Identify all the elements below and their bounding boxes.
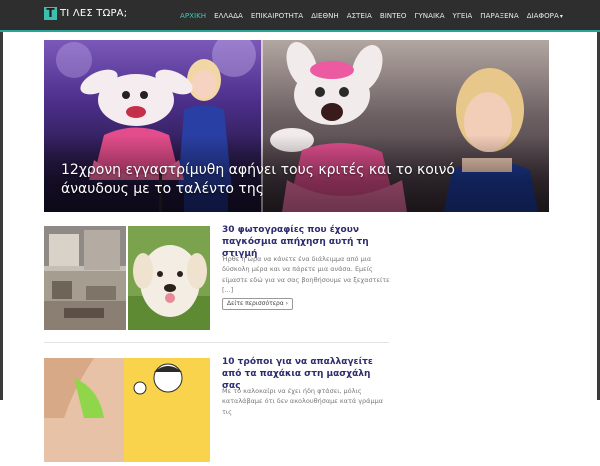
article-excerpt: Ήρθε η ώρα να κάνετε ένα διάλειμμα από μ… — [222, 255, 390, 294]
chevron-down-icon: ▾ — [559, 12, 563, 20]
site-name[interactable]: ΤΙ ΛΕΣ ΤΩΡΑ; — [60, 8, 127, 19]
read-more-button[interactable]: Δείτε περισσότερα › — [222, 298, 294, 310]
nav-item-weird[interactable]: ΠΑΡΑΞΕΝΑ — [480, 11, 518, 20]
nav-item-video[interactable]: ΒΙΝΤΕΟ — [380, 11, 407, 20]
article-thumbnail-right[interactable] — [128, 226, 210, 330]
nav-item-current-affairs[interactable]: ΕΠΙΚΑΙΡΟΤΗΤΑ — [251, 11, 303, 20]
nav-item-international[interactable]: ΔΙΕΘΝΗ — [311, 11, 339, 20]
main-nav: ΑΡΧΙΚΗ ΕΛΛΑΔΑ ΕΠΙΚΑΙΡΟΤΗΤΑ ΔΙΕΘΝΗ ΑΣΤΕΙΑ… — [180, 0, 594, 30]
article-separator — [44, 342, 389, 343]
nav-item-misc[interactable]: ΔΙΑΦΟΡΑ▾ — [527, 11, 563, 20]
nav-item-misc-label: ΔΙΑΦΟΡΑ — [526, 10, 559, 20]
ruins-photo — [44, 226, 126, 330]
nav-item-funny[interactable]: ΑΣΤΕΙΑ — [347, 11, 372, 20]
featured-article[interactable]: 12χρονη εγγαστρίμυθη αφήνει τους κριτές … — [44, 40, 549, 212]
armpit-photo — [44, 358, 126, 462]
top-navigation-bar: T ΤΙ ΛΕΣ ΤΩΡΑ; ΑΡΧΙΚΗ ΕΛΛΑΔΑ ΕΠΙΚΑΙΡΟΤΗΤ… — [0, 0, 600, 32]
article-thumbnail-left[interactable] — [44, 358, 126, 462]
cartoon-illustration — [124, 358, 210, 462]
nav-item-home[interactable]: ΑΡΧΙΚΗ — [180, 11, 206, 20]
nav-item-health[interactable]: ΥΓΕΙΑ — [453, 11, 473, 20]
article-thumbnail-left[interactable] — [44, 226, 126, 330]
featured-article-title[interactable]: 12χρονη εγγαστρίμυθη αφήνει τους κριτές … — [61, 161, 481, 199]
article-card: 10 τρόποι για να απαλλαγείτε από τα παχά… — [44, 357, 389, 466]
puppy-photo — [128, 226, 210, 330]
article-card: 30 φωτογραφίες που έχουν παγκόσμια απήχη… — [44, 225, 390, 334]
nav-item-woman[interactable]: ΓΥΝΑΙΚΑ — [415, 11, 445, 20]
nav-item-greece[interactable]: ΕΛΛΑΔΑ — [214, 11, 243, 20]
article-excerpt: Με το καλοκαίρι να έχει ήδη φτάσει, μόλι… — [222, 387, 384, 416]
left-edge-strip — [0, 0, 3, 400]
article-thumbnail-right[interactable] — [124, 358, 210, 462]
site-logo-icon[interactable]: T — [44, 7, 57, 20]
